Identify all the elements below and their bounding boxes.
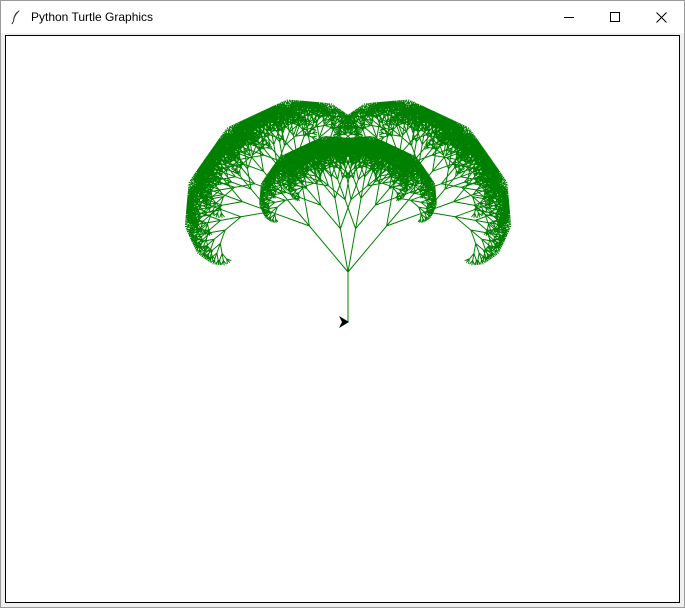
turtle-window: Python Turtle Graphics <box>0 0 685 608</box>
minimize-button[interactable] <box>546 1 592 33</box>
title-bar[interactable]: Python Turtle Graphics <box>1 1 684 33</box>
tree-branches <box>184 99 512 322</box>
fractal-tree <box>184 99 512 322</box>
feather-icon <box>9 9 25 25</box>
drawing-surface <box>6 36 679 602</box>
close-icon <box>655 11 667 23</box>
window-title: Python Turtle Graphics <box>31 10 154 24</box>
turtle-canvas[interactable] <box>5 35 680 603</box>
maximize-icon <box>610 12 620 22</box>
maximize-button[interactable] <box>592 1 638 33</box>
close-button[interactable] <box>638 1 684 33</box>
minimize-icon <box>564 12 574 22</box>
